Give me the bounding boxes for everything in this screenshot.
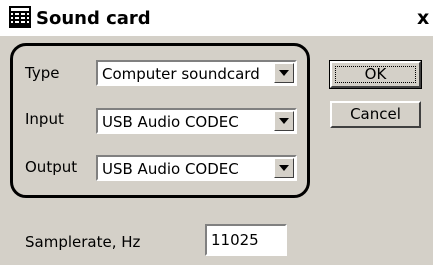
close-icon[interactable]: x [417,7,429,29]
focus-rectangle [335,66,416,83]
output-combobox[interactable]: USB Audio CODEC [96,155,297,181]
input-combobox[interactable]: USB Audio CODEC [96,108,297,134]
cancel-button[interactable]: Cancel [330,101,421,128]
window-bottom-edge [0,265,433,272]
samplerate-field[interactable]: 11025 [205,224,287,256]
type-value: Computer soundcard [102,65,260,83]
input-value: USB Audio CODEC [102,113,239,131]
title-bar: Sound card x [0,0,433,36]
cancel-button-label: Cancel [350,105,401,123]
chevron-down-icon[interactable] [274,111,294,131]
type-combobox[interactable]: Computer soundcard [96,60,297,86]
sound-card-icon [9,6,31,28]
input-label: Input [25,110,64,128]
output-value: USB Audio CODEC [102,160,239,178]
chevron-down-icon[interactable] [274,63,294,83]
chevron-down-icon[interactable] [274,158,294,178]
sound-card-dialog: Sound card x Type Computer soundcard Inp… [0,0,433,272]
samplerate-label: Samplerate, Hz [25,233,141,251]
ok-button[interactable]: OK [329,60,422,89]
type-label: Type [25,64,60,82]
window-title: Sound card [36,8,151,29]
output-label: Output [25,158,78,176]
